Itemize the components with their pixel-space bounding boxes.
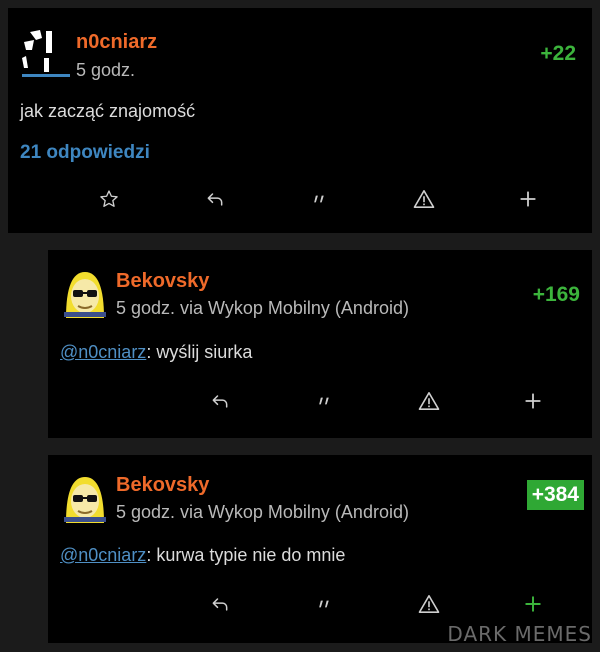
comment-body: @n0cniarz: wyślij siurka (60, 342, 252, 363)
comment-card: Bekovsky 5 godz. via Wykop Mobilny (Andr… (48, 250, 592, 438)
post-time: 5 godz. (76, 60, 136, 80)
mention-link[interactable]: @n0cniarz (60, 545, 146, 565)
star-icon[interactable] (94, 184, 124, 214)
replies-link[interactable]: 21 odpowiedzi (20, 142, 150, 164)
comment-score-highlighted[interactable]: +384 (526, 480, 584, 510)
post-score[interactable]: +22 (540, 42, 576, 66)
avatar[interactable] (20, 28, 70, 78)
avatar[interactable] (60, 473, 110, 523)
main-post-card: n0cniarz 5 godz. +22 jak zacząć znajomoś… (8, 8, 592, 233)
reply-icon[interactable] (205, 589, 235, 619)
plus-icon[interactable] (513, 184, 543, 214)
watermark: DARK MEMES (447, 622, 592, 646)
comment-meta: 5 godz. via Wykop Mobilny (Android) (116, 298, 409, 318)
comment-author[interactable]: Bekovsky (116, 270, 209, 293)
comment-text: : kurwa typie nie do mnie (146, 545, 346, 565)
comment-score[interactable]: +169 (533, 283, 580, 307)
avatar[interactable] (60, 268, 110, 318)
quote-icon[interactable] (310, 589, 340, 619)
warning-icon[interactable] (414, 589, 444, 619)
plus-icon[interactable] (518, 589, 548, 619)
quote-icon[interactable] (310, 386, 340, 416)
plus-icon[interactable] (518, 386, 548, 416)
comment-body: @n0cniarz: kurwa typie nie do mnie (60, 545, 345, 566)
reply-icon[interactable] (205, 386, 235, 416)
reply-icon[interactable] (200, 184, 230, 214)
comment-meta: 5 godz. via Wykop Mobilny (Android) (116, 502, 409, 522)
comment-author[interactable]: Bekovsky (116, 474, 209, 497)
post-body: jak zacząć znajomość (20, 101, 196, 121)
comment-text: : wyślij siurka (146, 342, 253, 362)
comment-card: Bekovsky 5 godz. via Wykop Mobilny (Andr… (48, 455, 592, 643)
warning-icon[interactable] (414, 386, 444, 416)
quote-icon[interactable] (305, 184, 335, 214)
mention-link[interactable]: @n0cniarz (60, 342, 146, 362)
warning-icon[interactable] (409, 184, 439, 214)
post-author[interactable]: n0cniarz (76, 31, 157, 54)
